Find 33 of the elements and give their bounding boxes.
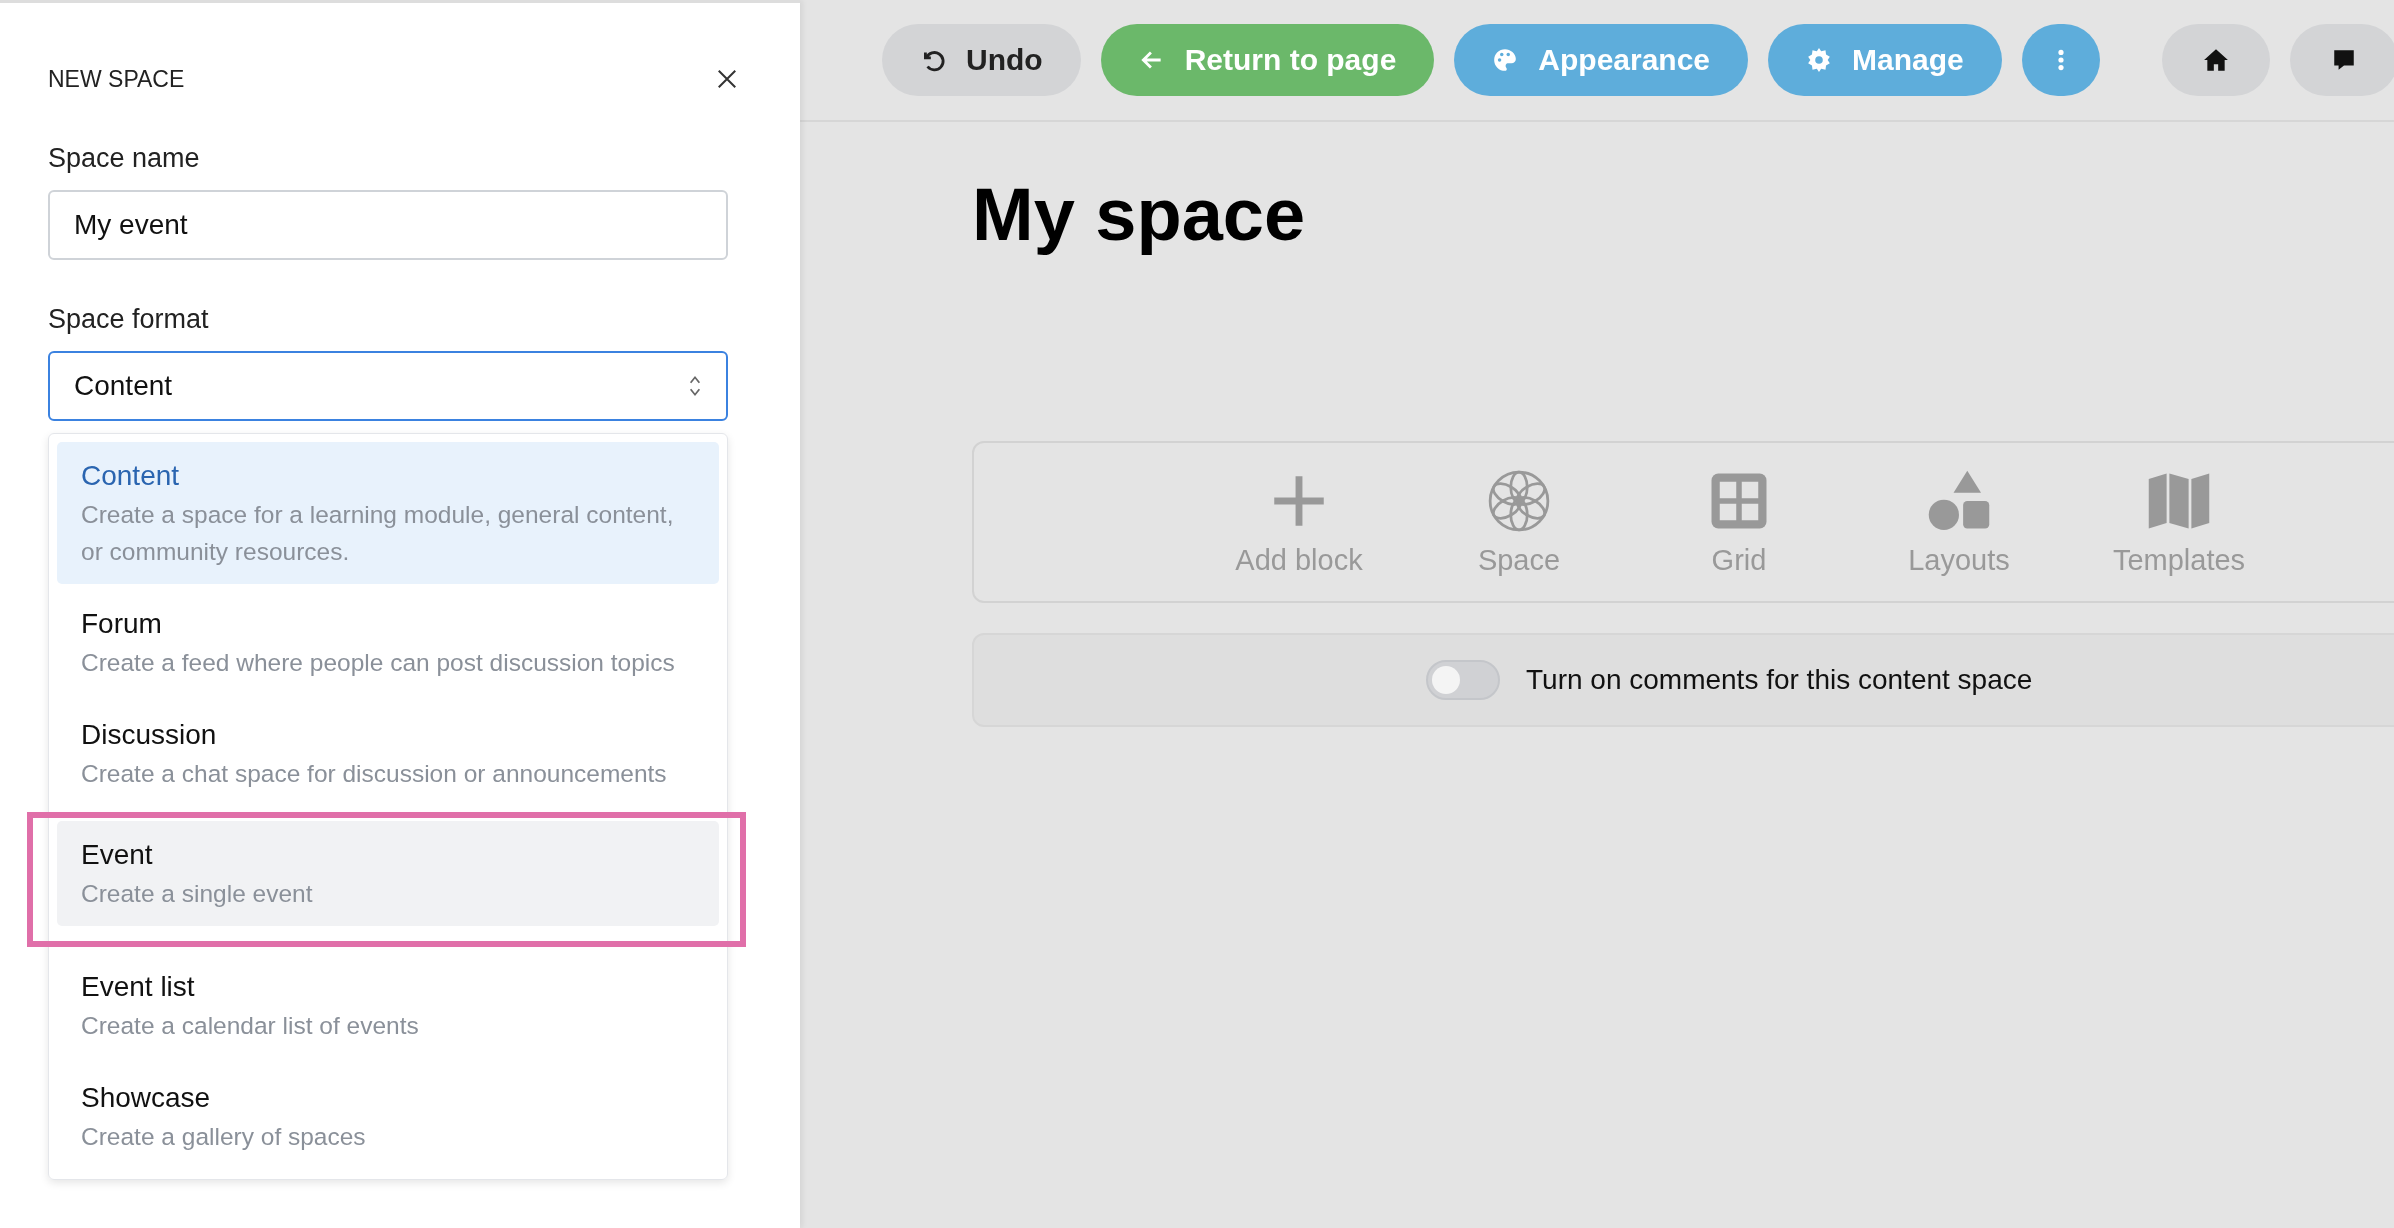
option-description: Create a single event xyxy=(81,879,314,909)
palette-icon xyxy=(1492,47,1519,73)
option-title: Event xyxy=(81,839,154,871)
option-title: Discussion xyxy=(81,719,218,751)
option-description: Create a gallery of spaces xyxy=(81,1122,367,1152)
name-field[interactable]: My event xyxy=(48,190,728,260)
menu-option[interactable]: Forum Create a feed where people can post discussion topics xyxy=(57,590,719,695)
option-title: Forum xyxy=(81,608,163,640)
menu-option[interactable]: Showcase Create a gallery of spaces xyxy=(57,1064,719,1169)
comments-toggle[interactable] xyxy=(1426,660,1500,700)
close-icon[interactable] xyxy=(716,68,738,90)
option-description: Create a space for a learning module, general content, or community resources. xyxy=(81,500,675,567)
field-label: Space name xyxy=(48,143,201,174)
panel-title: NEW SPACE xyxy=(48,65,185,93)
option-description: Create a calendar list of events xyxy=(81,1011,420,1041)
comments-label: Turn on comments for this content space xyxy=(1526,664,2033,696)
chevron-updown-icon xyxy=(688,374,702,398)
option-title: Showcase xyxy=(81,1082,212,1114)
option-description: Create a chat space for discussion or announcements xyxy=(81,759,668,789)
more-icon xyxy=(2056,47,2065,73)
menu-option[interactable]: Event list Create a calendar list of events xyxy=(57,953,719,1058)
chat-button[interactable] xyxy=(2289,24,2394,96)
format-select[interactable]: Content xyxy=(48,351,728,421)
menu-option[interactable]: Content Create a space for a learning module, general content, or community resources. xyxy=(57,442,719,584)
field-label: Space format xyxy=(48,304,210,335)
menu-option[interactable]: Discussion Create a chat space for discussion or announcements xyxy=(57,701,719,806)
home-icon xyxy=(2202,47,2229,73)
option-description: Create a feed where people can post discussion topics xyxy=(81,648,676,678)
page-title: My space xyxy=(972,172,1307,257)
option-title: Content xyxy=(81,460,181,492)
toolbar-button[interactable]: Undo xyxy=(882,24,1081,96)
menu-option[interactable]: Event Create a single event xyxy=(57,821,719,926)
option-title: Event list xyxy=(81,971,196,1003)
